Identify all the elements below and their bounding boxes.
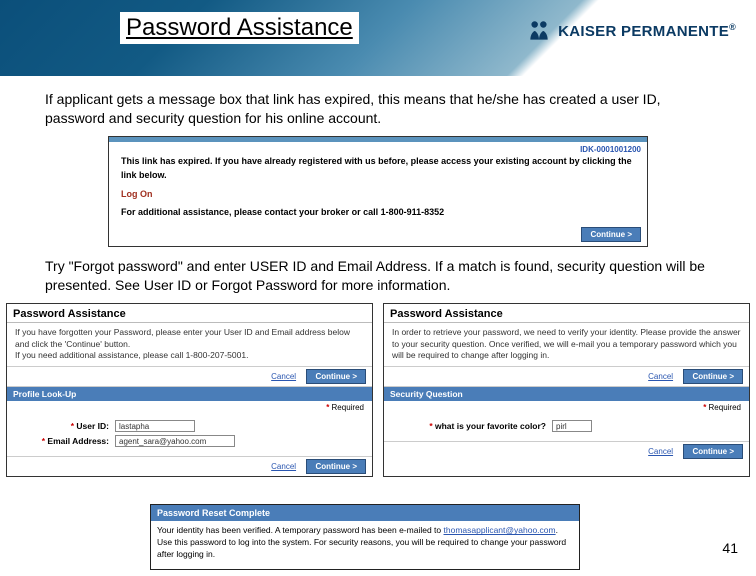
panel-title: Password Assistance [384,304,749,323]
brand-logo: KAISER PERMANENTE® [526,18,736,44]
panel-desc: If you have forgotten your Password, ple… [15,327,364,350]
brand-name: KAISER PERMANENTE® [558,22,736,40]
page-title: Password Assistance [120,12,359,44]
security-question-panel: Password Assistance In order to retrieve… [383,303,750,476]
continue-button[interactable]: Continue > [683,369,743,384]
slide-header: Password Assistance KAISER PERMANENTE® [0,0,756,76]
section-profile-lookup: Profile Look-Up [7,387,372,401]
cancel-link[interactable]: Cancel [271,462,296,471]
paragraph-2: Try "Forgot password" and enter USER ID … [45,257,716,295]
continue-button[interactable]: Continue > [683,444,743,459]
ref-number: IDK-0001001200 [580,145,641,154]
section-security-question: Security Question [384,387,749,401]
assist-msg: For additional assistance, please contac… [121,205,635,219]
reset-title: Password Reset Complete [151,505,579,521]
cancel-link[interactable]: Cancel [648,447,673,456]
page-number: 41 [722,540,738,556]
lookup-panel: Password Assistance If you have forgotte… [6,303,373,476]
panel-title: Password Assistance [7,304,372,323]
reset-complete-panel: Password Reset Complete Your identity ha… [150,504,580,570]
required-label: Required [709,403,741,412]
panel-desc: In order to retrieve your password, we n… [384,323,749,365]
log-on-link[interactable]: Log On [121,187,635,201]
continue-button[interactable]: Continue > [306,369,366,384]
cancel-link[interactable]: Cancel [271,372,296,381]
paragraph-1: If applicant gets a message box that lin… [45,90,716,128]
continue-button[interactable]: Continue > [581,227,641,242]
panel-assist: If you need additional assistance, pleas… [15,350,364,361]
reset-pre: Your identity has been verified. A tempo… [157,525,444,535]
user-id-label: User ID: [76,421,109,431]
email-field[interactable]: agent_sara@yahoo.com [115,435,235,447]
required-label: Required [332,403,364,412]
reset-email-link[interactable]: thomasapplicant@yahoo.com [444,525,556,535]
cancel-link[interactable]: Cancel [648,372,673,381]
security-answer-field[interactable]: pirl [552,420,592,432]
security-question-label: what is your favorite color? [435,421,546,431]
expired-msg: This link has expired. If you have alrea… [121,154,635,183]
email-label: Email Address: [47,436,109,446]
expired-link-screenshot: IDK-0001001200 This link has expired. If… [108,136,648,248]
people-icon [526,18,552,44]
user-id-field[interactable]: lastapha [115,420,195,432]
continue-button[interactable]: Continue > [306,459,366,474]
